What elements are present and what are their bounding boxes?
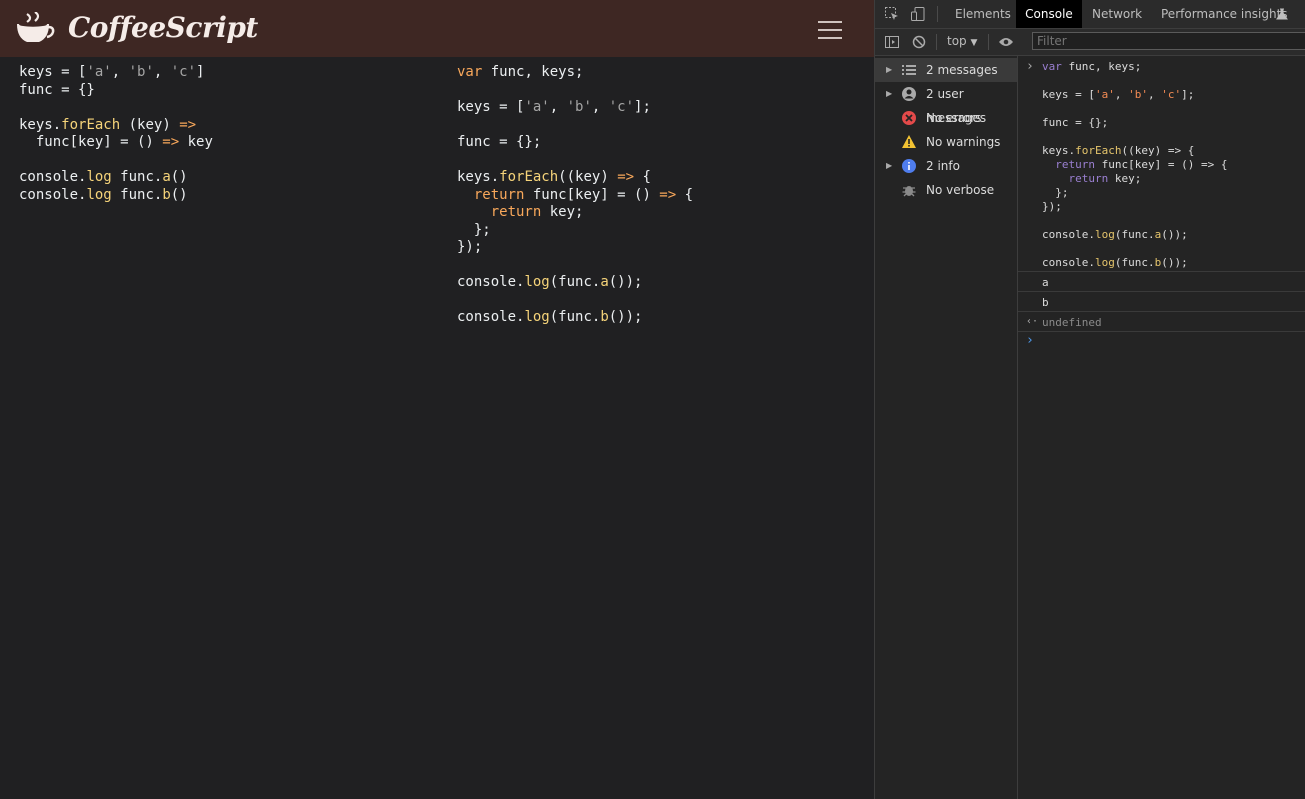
sidebar-item-label: No verbose bbox=[926, 183, 995, 197]
devtools-tabbar: Elements Console Network Performance insigh… bbox=[875, 0, 1305, 29]
code-line: console.log(func.b()); bbox=[457, 309, 643, 325]
coffeescript-page: CoffeeScript keys = ['a', 'b', 'c'] func … bbox=[0, 0, 874, 799]
console-input-line: var func, keys; bbox=[1042, 60, 1142, 73]
tab-performance-insights[interactable]: Performance insights bbox=[1161, 0, 1288, 28]
console-log-output: a bbox=[1042, 276, 1049, 289]
sidebar-item-no-warnings[interactable]: No warnings bbox=[875, 130, 1017, 154]
expand-triangle-icon[interactable]: ▶ bbox=[886, 82, 892, 106]
flask-experiment-icon bbox=[1276, 8, 1288, 20]
compiled-javascript-output: var func, keys; keys = ['a', 'b', 'c']; fu… bbox=[457, 64, 693, 327]
context-selector[interactable]: top ▼ bbox=[947, 34, 977, 48]
caret-down-icon: ▼ bbox=[970, 38, 978, 48]
code-line: keys = ['a', 'b', 'c']; bbox=[457, 99, 651, 115]
list-icon bbox=[901, 62, 917, 78]
console-filter-input[interactable] bbox=[1032, 32, 1305, 50]
inspect-element-icon[interactable] bbox=[884, 6, 900, 22]
sidebar-item-label: 2 messages bbox=[926, 63, 998, 77]
code-line: }); bbox=[457, 239, 483, 255]
context-selector-label: top bbox=[947, 34, 967, 48]
sidebar-item-2-user-messages[interactable]: ▶ 2 user messages bbox=[875, 82, 1017, 125]
toolbar-divider bbox=[937, 6, 938, 22]
code-line: var func, keys; bbox=[457, 64, 584, 80]
code-line: func = {} bbox=[19, 81, 95, 98]
code-line: console.log func.b() bbox=[19, 186, 188, 203]
user-icon bbox=[901, 86, 917, 102]
console-input-line: keys = ['a', 'b', 'c']; bbox=[1042, 88, 1195, 101]
device-toolbar-icon[interactable] bbox=[910, 6, 926, 22]
console-input-line: keys.forEach((key) => { bbox=[1042, 144, 1195, 157]
bug-icon bbox=[901, 182, 917, 198]
console-input-line: return key; bbox=[1068, 172, 1142, 185]
expand-triangle-icon[interactable]: ▶ bbox=[886, 154, 892, 178]
console-separator bbox=[1018, 331, 1305, 332]
code-line: return key; bbox=[490, 204, 584, 220]
info-icon bbox=[901, 158, 917, 174]
code-line: keys = ['a', 'b', 'c'] bbox=[19, 64, 205, 80]
console-input-line: console.log(func.b()); bbox=[1042, 256, 1188, 269]
tab-elements[interactable]: Elements bbox=[955, 0, 1011, 28]
sidebar-item-2-info[interactable]: ▶ 2 info bbox=[875, 154, 1017, 178]
return-arrow-icon: ‹· bbox=[1026, 316, 1039, 327]
sidebar-item-no-errors[interactable]: No errors bbox=[875, 106, 1017, 130]
code-line: }; bbox=[457, 221, 491, 238]
show-sidebar-icon[interactable] bbox=[884, 34, 900, 50]
code-line: return func[key] = () => { bbox=[473, 186, 694, 203]
coffeescript-editor[interactable]: keys = ['a', 'b', 'c'] func = {} keys.forE… bbox=[19, 64, 213, 204]
console-log-output: b bbox=[1042, 296, 1049, 309]
console-input-line: }); bbox=[1042, 200, 1062, 213]
console-separator bbox=[1018, 271, 1305, 272]
code-line: keys.forEach (key) => bbox=[19, 116, 197, 133]
sidebar-item-label: 2 info bbox=[926, 159, 960, 173]
code-line: keys.forEach((key) => { bbox=[457, 169, 651, 185]
console-separator bbox=[1018, 311, 1305, 312]
console-output-area[interactable]: › var func, keys; keys = ['a', 'b', 'c']; f… bbox=[1018, 56, 1305, 799]
input-prompt-chevron-icon: › bbox=[1026, 59, 1034, 74]
code-line: console.log(func.a()); bbox=[457, 274, 643, 290]
console-input-prompt-icon[interactable]: › bbox=[1026, 333, 1034, 348]
console-input-line: console.log(func.a()); bbox=[1042, 228, 1188, 241]
coffee-cup-logo-icon[interactable] bbox=[15, 12, 55, 46]
live-expression-eye-icon[interactable] bbox=[998, 34, 1014, 50]
console-input-line: return func[key] = () => { bbox=[1055, 158, 1228, 171]
code-line: func[key] = () => key bbox=[19, 134, 213, 150]
sidebar-item-label: No warnings bbox=[926, 135, 1001, 149]
brand-wordmark[interactable]: CoffeeScript bbox=[68, 11, 258, 44]
console-sidebar: ▶ 2 messages ▶ 2 user messages No errors No w… bbox=[875, 56, 1018, 799]
sidebar-item-label: No errors bbox=[926, 111, 982, 125]
console-input-line: }; bbox=[1042, 186, 1069, 199]
toolbar-divider bbox=[936, 34, 937, 50]
warning-icon bbox=[901, 134, 917, 150]
expand-triangle-icon[interactable]: ▶ bbox=[886, 58, 892, 82]
tab-network[interactable]: Network bbox=[1092, 0, 1142, 28]
sidebar-item-2-messages[interactable]: ▶ 2 messages bbox=[875, 58, 1017, 82]
tab-console[interactable]: Console bbox=[1016, 0, 1082, 28]
devtools-panel: Elements Console Network Performance insigh… bbox=[874, 0, 1305, 799]
toolbar-divider bbox=[988, 34, 989, 50]
hamburger-menu-icon[interactable] bbox=[818, 21, 842, 39]
clear-console-icon[interactable] bbox=[911, 34, 927, 50]
code-line: func = {}; bbox=[457, 134, 542, 150]
console-toolbar: top ▼ bbox=[875, 29, 1305, 56]
console-input-line: func = {}; bbox=[1042, 116, 1109, 129]
sidebar-item-no-verbose[interactable]: No verbose bbox=[875, 178, 1017, 202]
console-return-value: undefined bbox=[1042, 316, 1102, 329]
console-separator bbox=[1018, 291, 1305, 292]
error-icon bbox=[901, 110, 917, 126]
navbar: CoffeeScript bbox=[0, 0, 874, 57]
code-line: console.log func.a() bbox=[19, 169, 188, 185]
